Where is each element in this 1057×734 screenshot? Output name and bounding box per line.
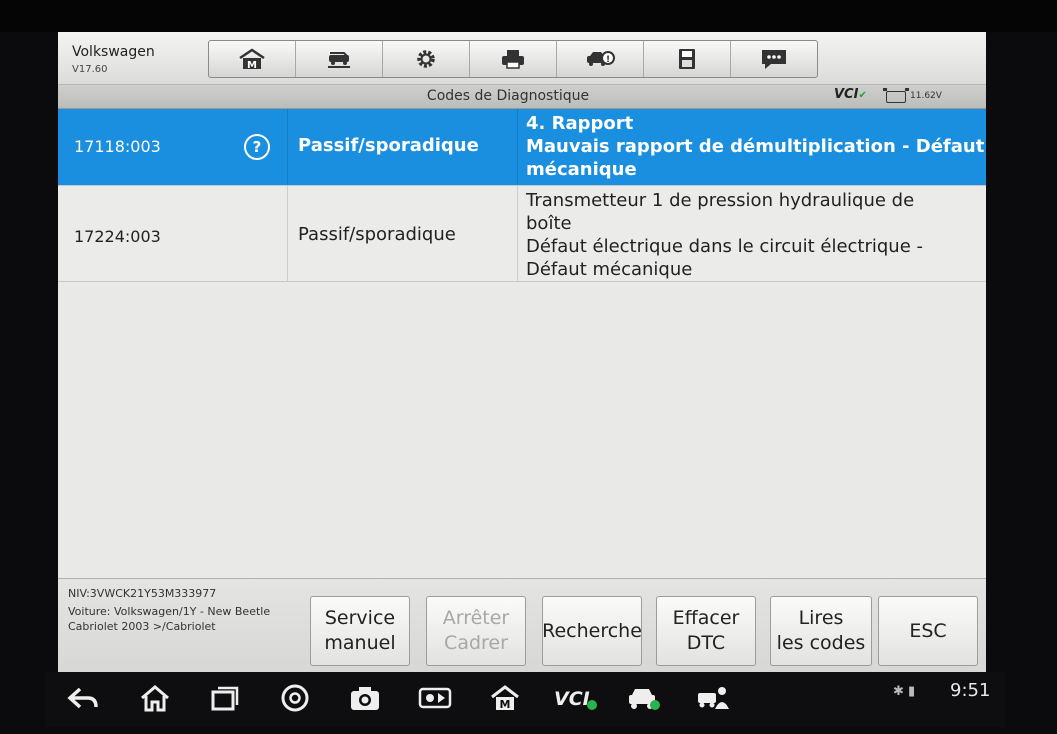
android-nav-bar: M VCI ✱ ▮ 9:51 <box>45 672 1005 727</box>
settings-button[interactable] <box>383 41 470 77</box>
svg-text:VCI: VCI <box>554 688 590 710</box>
toolbar: M ! <box>208 40 818 78</box>
description-line: boîte <box>526 213 572 234</box>
browser-icon[interactable] <box>277 682 313 714</box>
vin-label: NIV:3VWCK21Y53M333977 <box>68 587 217 600</box>
vehicle-diagnose-icon: ! <box>587 51 615 66</box>
print-icon <box>502 50 524 69</box>
system-status-icons: ✱ ▮ <box>893 684 916 699</box>
device-bezel-top <box>0 0 1057 32</box>
vehicle-status-icon[interactable] <box>625 682 661 714</box>
dtc-description: 4. Rapport Mauvais rapport de démultipli… <box>526 112 984 181</box>
dtc-code-cell: 17118:003 ? <box>58 109 288 185</box>
read-codes-button[interactable]: Lires les codes <box>770 596 872 666</box>
vehicle-diagnose-button[interactable]: ! <box>557 41 644 77</box>
description-line: mécanique <box>526 159 637 180</box>
battery-icon <box>883 88 909 103</box>
table-row[interactable]: 17224:003 Passif/sporadique Transmetteur… <box>58 186 986 282</box>
description-line: Défaut mécanique <box>526 259 693 280</box>
app-header: Volkswagen V17.60 M ! <box>58 32 986 85</box>
search-button[interactable]: Recherche <box>542 596 642 666</box>
brightness-icon[interactable] <box>417 682 453 714</box>
dtc-table: 17118:003 ? Passif/sporadique 4. Rapport… <box>58 109 986 282</box>
svg-text:M: M <box>500 698 511 711</box>
save-button[interactable] <box>644 41 731 77</box>
home-icon: M <box>239 48 265 71</box>
message-icon <box>762 50 786 69</box>
settings-icon <box>417 50 435 68</box>
save-icon <box>679 49 695 69</box>
maxisys-home-icon[interactable]: M <box>487 682 523 714</box>
title-bar: Codes de Diagnostique VCI✔ 11.62V <box>58 85 986 109</box>
back-icon[interactable] <box>65 682 101 714</box>
dtc-status: Passif/sporadique <box>298 135 479 156</box>
help-icon[interactable]: ? <box>244 134 270 160</box>
app-title: Volkswagen <box>72 44 155 60</box>
app-version: V17.60 <box>72 64 108 75</box>
remote-support-icon[interactable] <box>695 682 731 714</box>
vci-status: VCI✔ <box>834 87 867 102</box>
page-title: Codes de Diagnostique <box>426 88 590 104</box>
footer-bar: NIV:3VWCK21Y53M333977 Voiture: Volkswage… <box>58 578 986 680</box>
table-row[interactable]: 17118:003 ? Passif/sporadique 4. Rapport… <box>58 109 986 186</box>
stop-frame-button[interactable]: Arrêter Cadrer <box>426 596 526 666</box>
dtc-code: 17224:003 <box>74 227 161 246</box>
vehicle-swap-button[interactable] <box>296 41 383 77</box>
dtc-status: Passif/sporadique <box>298 224 456 245</box>
svg-text:M: M <box>247 60 257 71</box>
description-line: Défaut électrique dans le circuit électr… <box>526 236 924 257</box>
description-line: Transmetteur 1 de pression hydraulique d… <box>526 190 915 211</box>
dtc-description-cell: 4. Rapport Mauvais rapport de démultipli… <box>518 109 986 185</box>
clear-dtc-button[interactable]: Effacer DTC <box>656 596 756 666</box>
svg-text:!: ! <box>606 55 610 65</box>
app-screen: Volkswagen V17.60 M ! Codes de Diagnosti… <box>58 32 986 680</box>
description-line: 4. Rapport <box>526 113 634 134</box>
recent-apps-icon[interactable] <box>207 682 243 714</box>
check-icon: ✔ <box>858 90 867 101</box>
esc-button[interactable]: ESC <box>878 596 978 666</box>
home-button[interactable]: M <box>209 41 296 77</box>
dtc-status-cell: Passif/sporadique <box>288 109 518 185</box>
message-button[interactable] <box>731 41 817 77</box>
description-line: Mauvais rapport de démultiplication - Dé… <box>526 136 985 157</box>
print-button[interactable] <box>470 41 557 77</box>
dtc-description: Transmetteur 1 de pression hydraulique d… <box>526 189 923 281</box>
vci-icon[interactable]: VCI <box>552 682 598 714</box>
vehicle-swap-icon <box>328 52 350 68</box>
dtc-code: 17118:003 <box>74 137 161 156</box>
dtc-code-cell: 17224:003 <box>58 186 288 281</box>
vehicle-label: Voiture: Volkswagen/1Y - New Beetle Cabr… <box>68 605 271 633</box>
dtc-status-cell: Passif/sporadique <box>288 186 518 281</box>
system-clock: 9:51 <box>950 680 991 701</box>
voltage-readout: 11.62V <box>910 91 942 101</box>
home-nav-icon[interactable] <box>137 682 173 714</box>
vci-label: VCI <box>834 87 859 102</box>
service-manual-button[interactable]: Service manuel <box>310 596 410 666</box>
camera-icon[interactable] <box>347 682 383 714</box>
dtc-description-cell: Transmetteur 1 de pression hydraulique d… <box>518 186 986 281</box>
